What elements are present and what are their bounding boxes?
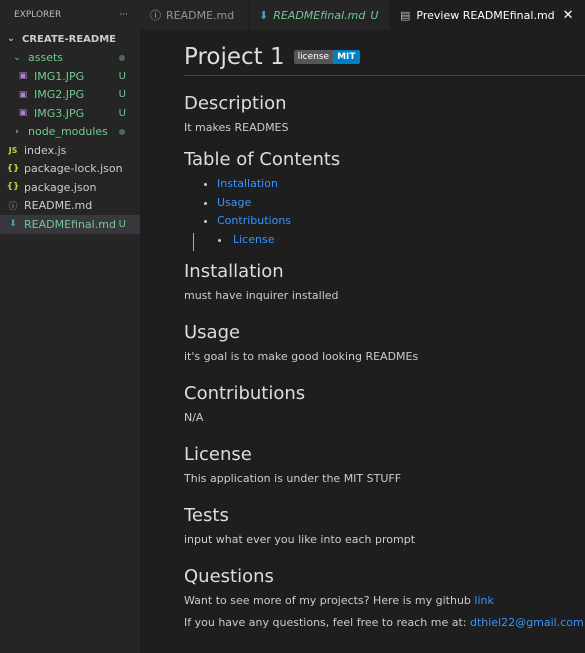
description-text: It makes READMES	[184, 121, 289, 134]
heading-installation: Installation	[184, 261, 284, 282]
heading-contributions: Contributions	[184, 383, 306, 404]
workspace-root[interactable]: ⌄ CREATE-README	[0, 30, 140, 49]
page-title: Project 1 license MIT	[184, 42, 585, 72]
tree-item-assets[interactable]: ⌄ assets	[0, 49, 140, 68]
tree-item-package-lock[interactable]: {} package-lock.json	[0, 160, 140, 179]
heading-description: Description	[184, 93, 287, 114]
info-icon: ⓘ	[8, 202, 18, 213]
usage-text: it's goal is to make good looking README…	[184, 350, 419, 363]
tree-item-node-modules[interactable]: › node_modules	[0, 123, 140, 142]
js-file-icon: JS	[8, 145, 18, 155]
heading-tests: Tests	[184, 505, 229, 526]
explorer-sidebar: EXPLORER ··· ⌄ CREATE-README ⌄ assets ▣ IMG1…	[0, 0, 140, 653]
email-link[interactable]: dthiel22@gmail.com	[470, 616, 584, 629]
editor-tabs: ⓘ README.md ⬇ READMEfinal.md U ▤ Preview REA…	[140, 0, 585, 30]
preview-icon: ▤	[400, 8, 411, 22]
heading-toc: Table of Contents	[184, 149, 341, 170]
toc-link-contributions[interactable]: Contributions	[217, 214, 585, 233]
tree-item-img3[interactable]: ▣ IMG3.JPG U	[0, 104, 140, 123]
license-badge: license MIT	[293, 50, 360, 64]
toc-list: Installation Usage Contributions License	[193, 177, 585, 251]
heading-license: License	[184, 444, 252, 465]
heading-questions: Questions	[184, 566, 274, 587]
toc-link-usage[interactable]: Usage	[217, 196, 585, 215]
divider	[184, 75, 585, 76]
json-file-icon: {}	[6, 182, 20, 193]
tests-text: input what ever you like into each promp…	[184, 533, 416, 546]
tree-item-package-json[interactable]: {} package.json	[0, 178, 140, 197]
github-link[interactable]: link	[474, 594, 493, 607]
heading-usage: Usage	[184, 322, 241, 343]
more-actions-icon[interactable]: ···	[119, 10, 128, 20]
chevron-right-icon: ›	[15, 126, 19, 137]
questions-email: If you have any questions, feel free to …	[184, 616, 584, 629]
image-icon: ▣	[18, 89, 28, 100]
info-icon: ⓘ	[150, 9, 161, 22]
installation-text: must have inquirer installed	[184, 289, 339, 302]
tree-item-readmefinal[interactable]: ⬇ READMEfinal.md U	[0, 215, 140, 234]
markdown-preview: Project 1 license MIT Description It make…	[184, 30, 585, 632]
tree-item-readme[interactable]: ⓘ README.md	[0, 197, 140, 216]
toc-link-license[interactable]: License	[193, 232, 585, 251]
tree-item-index-js[interactable]: JS index.js	[0, 141, 140, 160]
modified-dot	[119, 128, 125, 135]
chevron-down-icon: ⌄	[7, 34, 15, 45]
tree-item-img2[interactable]: ▣ IMG2.JPG U	[0, 86, 140, 105]
tab-readme[interactable]: ⓘ README.md	[140, 0, 249, 30]
chevron-down-icon: ⌄	[13, 52, 21, 63]
close-icon[interactable]: ✕	[563, 8, 574, 23]
contributions-text: N/A	[184, 411, 204, 424]
image-icon: ▣	[18, 108, 28, 119]
tree-item-img1[interactable]: ▣ IMG1.JPG U	[0, 67, 140, 86]
image-icon: ▣	[18, 71, 28, 82]
json-file-icon: {}	[6, 163, 20, 174]
markdown-download-icon: ⬇	[9, 219, 17, 230]
tab-readmefinal[interactable]: ⬇ READMEfinal.md U	[249, 0, 390, 30]
markdown-download-icon: ⬇	[259, 8, 269, 22]
license-text: This application is under the MIT STUFF	[184, 472, 402, 485]
questions-github: Want to see more of my projects? Here is…	[184, 594, 494, 607]
explorer-title: EXPLORER	[14, 10, 62, 20]
modified-dot	[119, 54, 125, 61]
toc-link-installation[interactable]: Installation	[217, 177, 585, 196]
tab-preview[interactable]: ▤ Preview READMEfinal.md ✕	[390, 0, 585, 30]
